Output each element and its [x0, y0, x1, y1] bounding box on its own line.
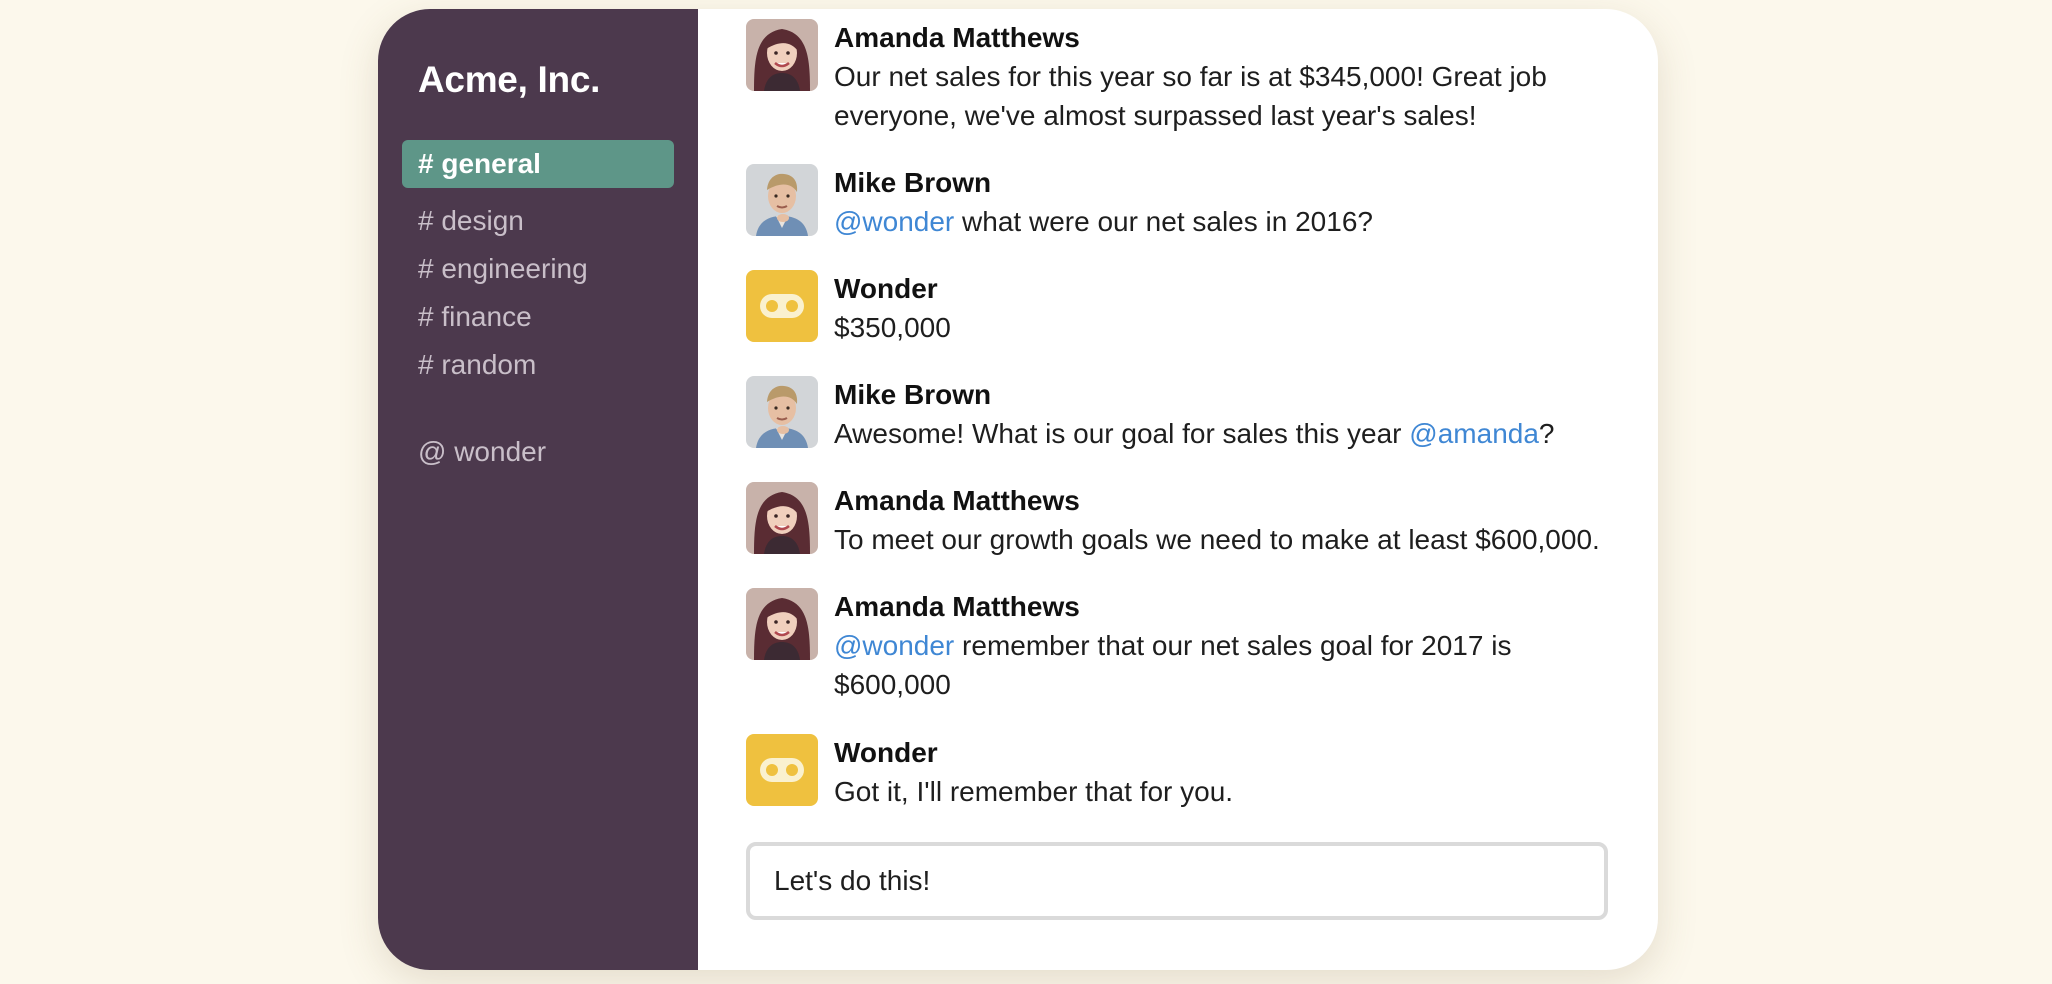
- message-body-suffix: ?: [1538, 418, 1555, 449]
- message-text: @wonder what were our net sales in 2016?: [834, 202, 1614, 241]
- message-body: Got it, I'll remember that for you.: [834, 776, 1234, 807]
- mike-avatar[interactable]: [746, 164, 818, 236]
- message-body: Awesome! What is our goal for sales this…: [834, 418, 1410, 449]
- message-author[interactable]: Wonder: [834, 270, 938, 308]
- message-pane: Amanda Matthews Our net sales for this y…: [698, 9, 1658, 970]
- message-composer[interactable]: [746, 842, 1608, 920]
- message-author[interactable]: Mike Brown: [834, 376, 991, 414]
- message-text: Awesome! What is our goal for sales this…: [834, 414, 1614, 453]
- mention-link[interactable]: @wonder: [834, 630, 954, 661]
- mention-link[interactable]: @amanda: [1409, 418, 1539, 449]
- chat-window: Acme, Inc. # general # design # engineer…: [378, 9, 1658, 970]
- message-body: $350,000: [834, 312, 951, 343]
- message-text: Our net sales for this year so far is at…: [834, 57, 1614, 135]
- channel-engineering[interactable]: # engineering: [402, 245, 674, 293]
- mention-link[interactable]: @wonder: [834, 206, 954, 237]
- message-text: Got it, I'll remember that for you.: [834, 772, 1614, 811]
- message-author[interactable]: Amanda Matthews: [834, 19, 1080, 57]
- mike-avatar[interactable]: [746, 376, 818, 448]
- message-text: @wonder remember that our net sales goal…: [834, 626, 1614, 704]
- message-author[interactable]: Amanda Matthews: [834, 482, 1080, 520]
- channel-general[interactable]: # general: [402, 140, 674, 188]
- amanda-avatar[interactable]: [746, 482, 818, 554]
- channel-random[interactable]: # random: [402, 341, 674, 389]
- amanda-avatar[interactable]: [746, 588, 818, 660]
- message-author[interactable]: Wonder: [834, 734, 938, 772]
- amanda-avatar[interactable]: [746, 19, 818, 91]
- message-body: what were our net sales in 2016?: [954, 206, 1373, 237]
- dm-wonder[interactable]: @ wonder: [402, 428, 674, 476]
- sidebar: Acme, Inc. # general # design # engineer…: [378, 9, 698, 970]
- wonder-bot-icon[interactable]: [746, 270, 818, 342]
- message-author[interactable]: Amanda Matthews: [834, 588, 1080, 626]
- workspace-name: Acme, Inc.: [418, 59, 601, 100]
- message-body: Our net sales for this year so far is at…: [834, 61, 1547, 131]
- message-body: To meet our growth goals we need to make…: [834, 524, 1600, 555]
- channel-finance[interactable]: # finance: [402, 293, 674, 341]
- message-text: $350,000: [834, 308, 1614, 347]
- wonder-bot-icon[interactable]: [746, 734, 818, 806]
- message-input[interactable]: [750, 846, 1604, 916]
- channel-design[interactable]: # design: [402, 197, 674, 245]
- message-author[interactable]: Mike Brown: [834, 164, 991, 202]
- message-text: To meet our growth goals we need to make…: [834, 520, 1614, 559]
